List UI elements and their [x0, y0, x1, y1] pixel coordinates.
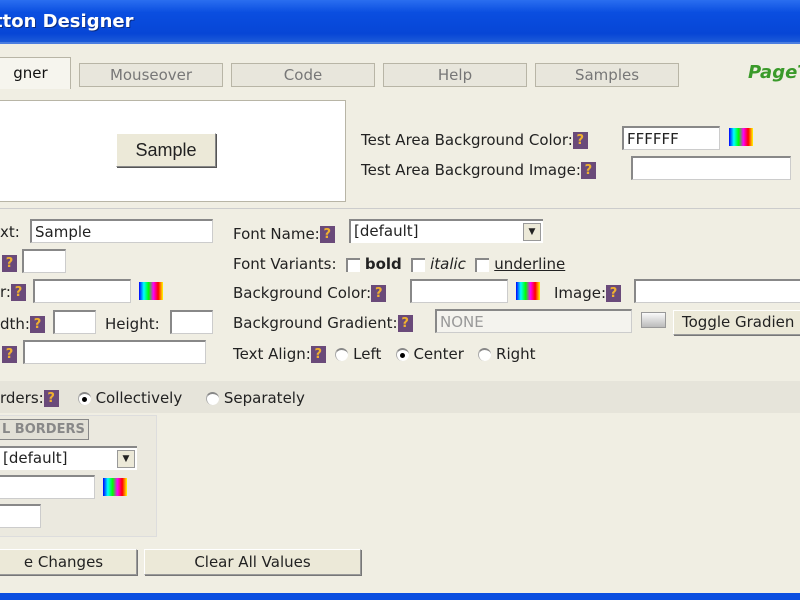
color-input[interactable]	[33, 279, 131, 303]
clear-all-values-button[interactable]: Clear All Values	[144, 549, 361, 575]
color-picker-icon[interactable]	[103, 478, 127, 496]
divider	[0, 208, 800, 209]
border-color-input[interactable]	[0, 475, 95, 499]
help-icon[interactable]: ?	[2, 346, 17, 363]
window-bottom-border	[0, 593, 800, 600]
color-picker-icon[interactable]	[516, 282, 540, 300]
bg-gradient-label: Background Gradient:?	[233, 314, 413, 332]
border-style-select[interactable]: [default] ▼	[0, 446, 137, 470]
italic-label: italic	[430, 255, 466, 273]
chevron-down-icon[interactable]: ▼	[117, 450, 135, 468]
select-value: [default]	[3, 449, 68, 467]
all-borders-title: L BORDERS	[0, 419, 89, 440]
bg-image-input[interactable]	[634, 279, 800, 303]
toggle-gradient-button[interactable]: Toggle Gradien	[673, 310, 800, 335]
tab-help[interactable]: Help	[383, 63, 527, 87]
window-title: tton Designer	[0, 11, 134, 32]
color-label: r:?	[0, 283, 26, 301]
width-input[interactable]	[53, 310, 96, 334]
select-value: [default]	[354, 222, 419, 240]
align-center-label: Center	[413, 345, 464, 363]
label-text: Background Gradient:	[233, 314, 398, 332]
label-text: Text Align:	[233, 345, 311, 363]
bg-gradient-input: NONE	[435, 309, 632, 333]
help-icon[interactable]: ?	[29, 316, 45, 333]
padding-input[interactable]	[23, 340, 206, 364]
test-area-bg-image-input[interactable]	[631, 156, 791, 180]
help-icon[interactable]: ?	[319, 226, 335, 243]
help-icon[interactable]: ?	[580, 162, 596, 179]
label-text: rders:	[0, 389, 44, 407]
test-area-bg-color-input[interactable]: FFFFFF	[622, 126, 720, 150]
align-right-radio[interactable]	[478, 348, 492, 361]
tab-designer[interactable]: gner	[0, 57, 71, 89]
gradient-swatch[interactable]	[641, 312, 666, 328]
separately-label: Separately	[223, 389, 305, 407]
label-text: dth:	[0, 315, 30, 333]
tab-mouseover[interactable]: Mouseover	[79, 63, 223, 87]
tab-samples[interactable]: Samples	[535, 63, 679, 87]
bold-label: bold	[364, 255, 402, 273]
size-input[interactable]	[22, 249, 66, 273]
align-left-label: Left	[353, 345, 382, 363]
label-text: Test Area Background Image:	[361, 161, 581, 179]
save-changes-button[interactable]: e Changes	[0, 549, 137, 575]
text-label: xt:	[0, 223, 20, 241]
font-name-select[interactable]: [default] ▼	[349, 219, 543, 243]
logo: PageT	[748, 62, 800, 83]
align-left-radio[interactable]	[335, 348, 349, 361]
label-text: Font Name:	[233, 225, 320, 243]
underline-checkbox[interactable]	[475, 257, 490, 272]
font-name-label: Font Name:?	[233, 225, 335, 243]
font-variants: Font Variants: bold italic underline	[233, 255, 565, 273]
help-icon[interactable]: ?	[2, 255, 17, 272]
label-text: Font Variants:	[233, 255, 337, 273]
text-input[interactable]: Sample	[30, 219, 213, 243]
bold-checkbox[interactable]	[346, 257, 361, 272]
bg-image-label: Image:?	[554, 284, 622, 302]
border-width-input[interactable]	[0, 504, 41, 528]
align-right-label: Right	[496, 345, 536, 363]
bg-color-label: Background Color:?	[233, 284, 387, 302]
chevron-down-icon[interactable]: ▼	[523, 223, 541, 241]
help-icon[interactable]: ?	[397, 315, 413, 332]
help-icon[interactable]: ?	[606, 285, 622, 302]
label-text: Background Color:	[233, 284, 372, 302]
borders-label: rders:? Collectively Separately	[0, 389, 305, 407]
sample-button[interactable]: Sample	[116, 133, 216, 167]
height-input[interactable]	[170, 310, 213, 334]
help-icon[interactable]: ?	[43, 390, 59, 407]
color-picker-icon[interactable]	[139, 282, 163, 300]
underline-label: underline	[494, 255, 566, 273]
help-icon[interactable]: ?	[371, 285, 387, 302]
help-icon[interactable]: ?	[572, 132, 588, 149]
test-area-bg-image-label: Test Area Background Image:?	[361, 161, 596, 179]
test-area-bg-color-label: Test Area Background Color:?	[361, 131, 588, 149]
label-text: r:	[0, 283, 11, 301]
borders-collectively-radio[interactable]	[77, 392, 91, 405]
height-label: Height:	[105, 315, 160, 333]
width-label: dth:?	[0, 315, 45, 333]
label-text: Image:	[554, 284, 607, 302]
tab-code[interactable]: Code	[231, 63, 375, 87]
align-center-radio[interactable]	[395, 348, 409, 361]
color-picker-icon[interactable]	[729, 128, 753, 146]
borders-separately-radio[interactable]	[206, 392, 220, 405]
collectively-label: Collectively	[95, 389, 183, 407]
label-text: Test Area Background Color:	[361, 131, 573, 149]
help-icon[interactable]: ?	[10, 284, 26, 301]
text-align: Text Align:? Left Center Right	[233, 345, 536, 363]
bg-color-input[interactable]	[410, 279, 508, 303]
italic-checkbox[interactable]	[411, 257, 426, 272]
help-icon[interactable]: ?	[310, 346, 326, 363]
